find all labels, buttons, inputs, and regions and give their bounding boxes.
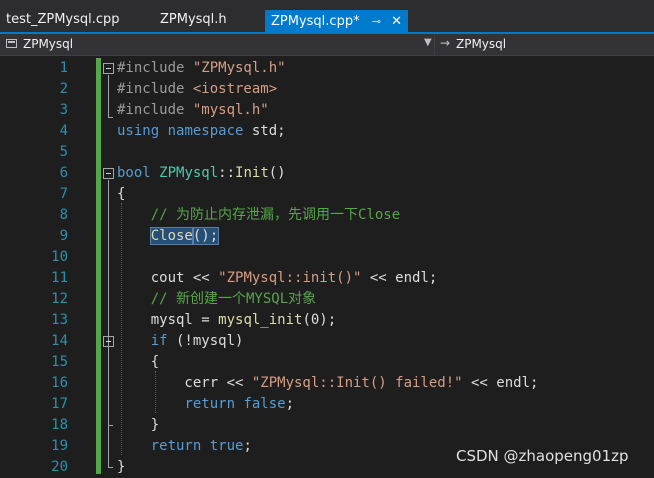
line-number: 1 xyxy=(59,60,68,76)
line-number: 11 xyxy=(51,270,68,286)
code-text: #include "mysql.h" xyxy=(117,102,269,118)
code-line: 16 cerr << "ZPMysql::Init() failed!" << … xyxy=(0,373,654,394)
collapse-icon[interactable] xyxy=(103,168,114,179)
line-number: 3 xyxy=(59,102,68,118)
line-number: 13 xyxy=(51,312,68,328)
line-number: 14 xyxy=(51,333,68,349)
line-number: 17 xyxy=(51,396,68,412)
code-text: mysql = mysql_init(0); xyxy=(117,312,337,328)
code-line: 5 xyxy=(0,142,654,163)
code-editor[interactable]: 1 #include "ZPMysql.h" 2 #include <iostr… xyxy=(0,56,654,475)
line-number: 10 xyxy=(51,249,68,265)
dropdown-arrow-icon[interactable]: ▼ xyxy=(424,37,432,48)
line-number: 5 xyxy=(59,144,68,160)
code-text: cerr << "ZPMysql::Init() failed!" << end… xyxy=(117,375,539,391)
code-line: 13 mysql = mysql_init(0); xyxy=(0,310,654,331)
tab-zpmysql-cpp[interactable]: ZPMysql.cpp* ⊸ ✕ xyxy=(265,10,408,34)
code-text: #include "ZPMysql.h" xyxy=(117,60,286,76)
code-text: } xyxy=(117,417,160,433)
code-line: 7 { xyxy=(0,184,654,205)
code-line: 8 // 为防止内存泄漏，先调用一下Close xyxy=(0,205,654,226)
tab-test-zpmysql-cpp[interactable]: test_ZPMysql.cpp xyxy=(6,7,120,32)
code-text: { xyxy=(117,354,160,370)
code-line: 6 bool ZPMysql::Init() xyxy=(0,163,654,184)
line-number: 2 xyxy=(59,81,68,97)
code-line: 10 xyxy=(0,247,654,268)
selected-text: Close xyxy=(149,227,194,245)
line-number: 8 xyxy=(59,207,68,223)
scope-left-label: ZPMysql xyxy=(23,37,74,51)
close-icon[interactable]: ✕ xyxy=(391,10,402,34)
code-line: 2 #include <iostream> xyxy=(0,79,654,100)
code-line: 3 #include "mysql.h" xyxy=(0,100,654,121)
code-text: bool ZPMysql::Init() xyxy=(117,165,286,181)
code-text: #include <iostream> xyxy=(117,81,278,97)
line-number: 7 xyxy=(59,186,68,202)
class-icon xyxy=(6,39,17,48)
line-number: 9 xyxy=(59,228,68,244)
code-line: 17 return false; xyxy=(0,394,654,415)
code-comment: // 为防止内存泄漏，先调用一下Close xyxy=(117,207,401,223)
scope-dropdown-left[interactable]: ZPMysql ▼ xyxy=(0,34,433,55)
line-number: 16 xyxy=(51,375,68,391)
collapse-icon[interactable] xyxy=(103,336,114,347)
tab-label: ZPMysql.cpp* xyxy=(271,14,360,29)
code-text: using namespace std; xyxy=(117,123,286,139)
navigation-bar: ZPMysql ▼ → ZPMysql xyxy=(0,34,654,56)
code-line: 4 using namespace std; xyxy=(0,121,654,142)
tab-label: test_ZPMysql.cpp xyxy=(6,12,120,27)
code-line: 11 cout << "ZPMysql::init()" << endl; xyxy=(0,268,654,289)
code-text: if (!mysql) xyxy=(150,333,244,349)
code-line: 15 { xyxy=(0,352,654,373)
code-text: return false; xyxy=(184,396,295,412)
line-number: 15 xyxy=(51,354,68,370)
line-number: 19 xyxy=(51,438,68,454)
pin-icon[interactable]: ⊸ xyxy=(372,10,381,34)
code-line: 12 // 新创建一个MYSQL对象 xyxy=(0,289,654,310)
code-text: cout << "ZPMysql::init()" << endl; xyxy=(117,270,438,286)
code-line: 1 #include "ZPMysql.h" xyxy=(0,58,654,79)
code-line: 9 Close(); xyxy=(0,226,654,247)
code-line: 18 } xyxy=(0,415,654,436)
tab-zpmysql-h[interactable]: ZPMysql.h xyxy=(160,7,227,32)
code-text: Close(); xyxy=(149,227,220,245)
scope-dropdown-right[interactable]: → ZPMysql xyxy=(434,34,654,55)
line-number: 18 xyxy=(51,417,68,433)
collapse-icon[interactable] xyxy=(103,63,114,74)
scope-right-label: ZPMysql xyxy=(456,37,507,51)
code-comment: // 新创建一个MYSQL对象 xyxy=(117,291,317,307)
code-text: return true; xyxy=(150,438,252,454)
tab-label: ZPMysql.h xyxy=(160,12,227,27)
watermark: CSDN @zhaopeng01zp xyxy=(456,447,629,465)
code-text: { xyxy=(117,186,126,202)
line-number: 12 xyxy=(51,291,68,307)
method-arrow-icon: → xyxy=(440,36,451,50)
code-line: 14 if (!mysql) xyxy=(0,331,654,352)
line-number: 6 xyxy=(59,165,68,181)
tab-bar: test_ZPMysql.cpp ZPMysql.h ZPMysql.cpp* … xyxy=(0,0,654,34)
line-number: 4 xyxy=(59,123,68,139)
